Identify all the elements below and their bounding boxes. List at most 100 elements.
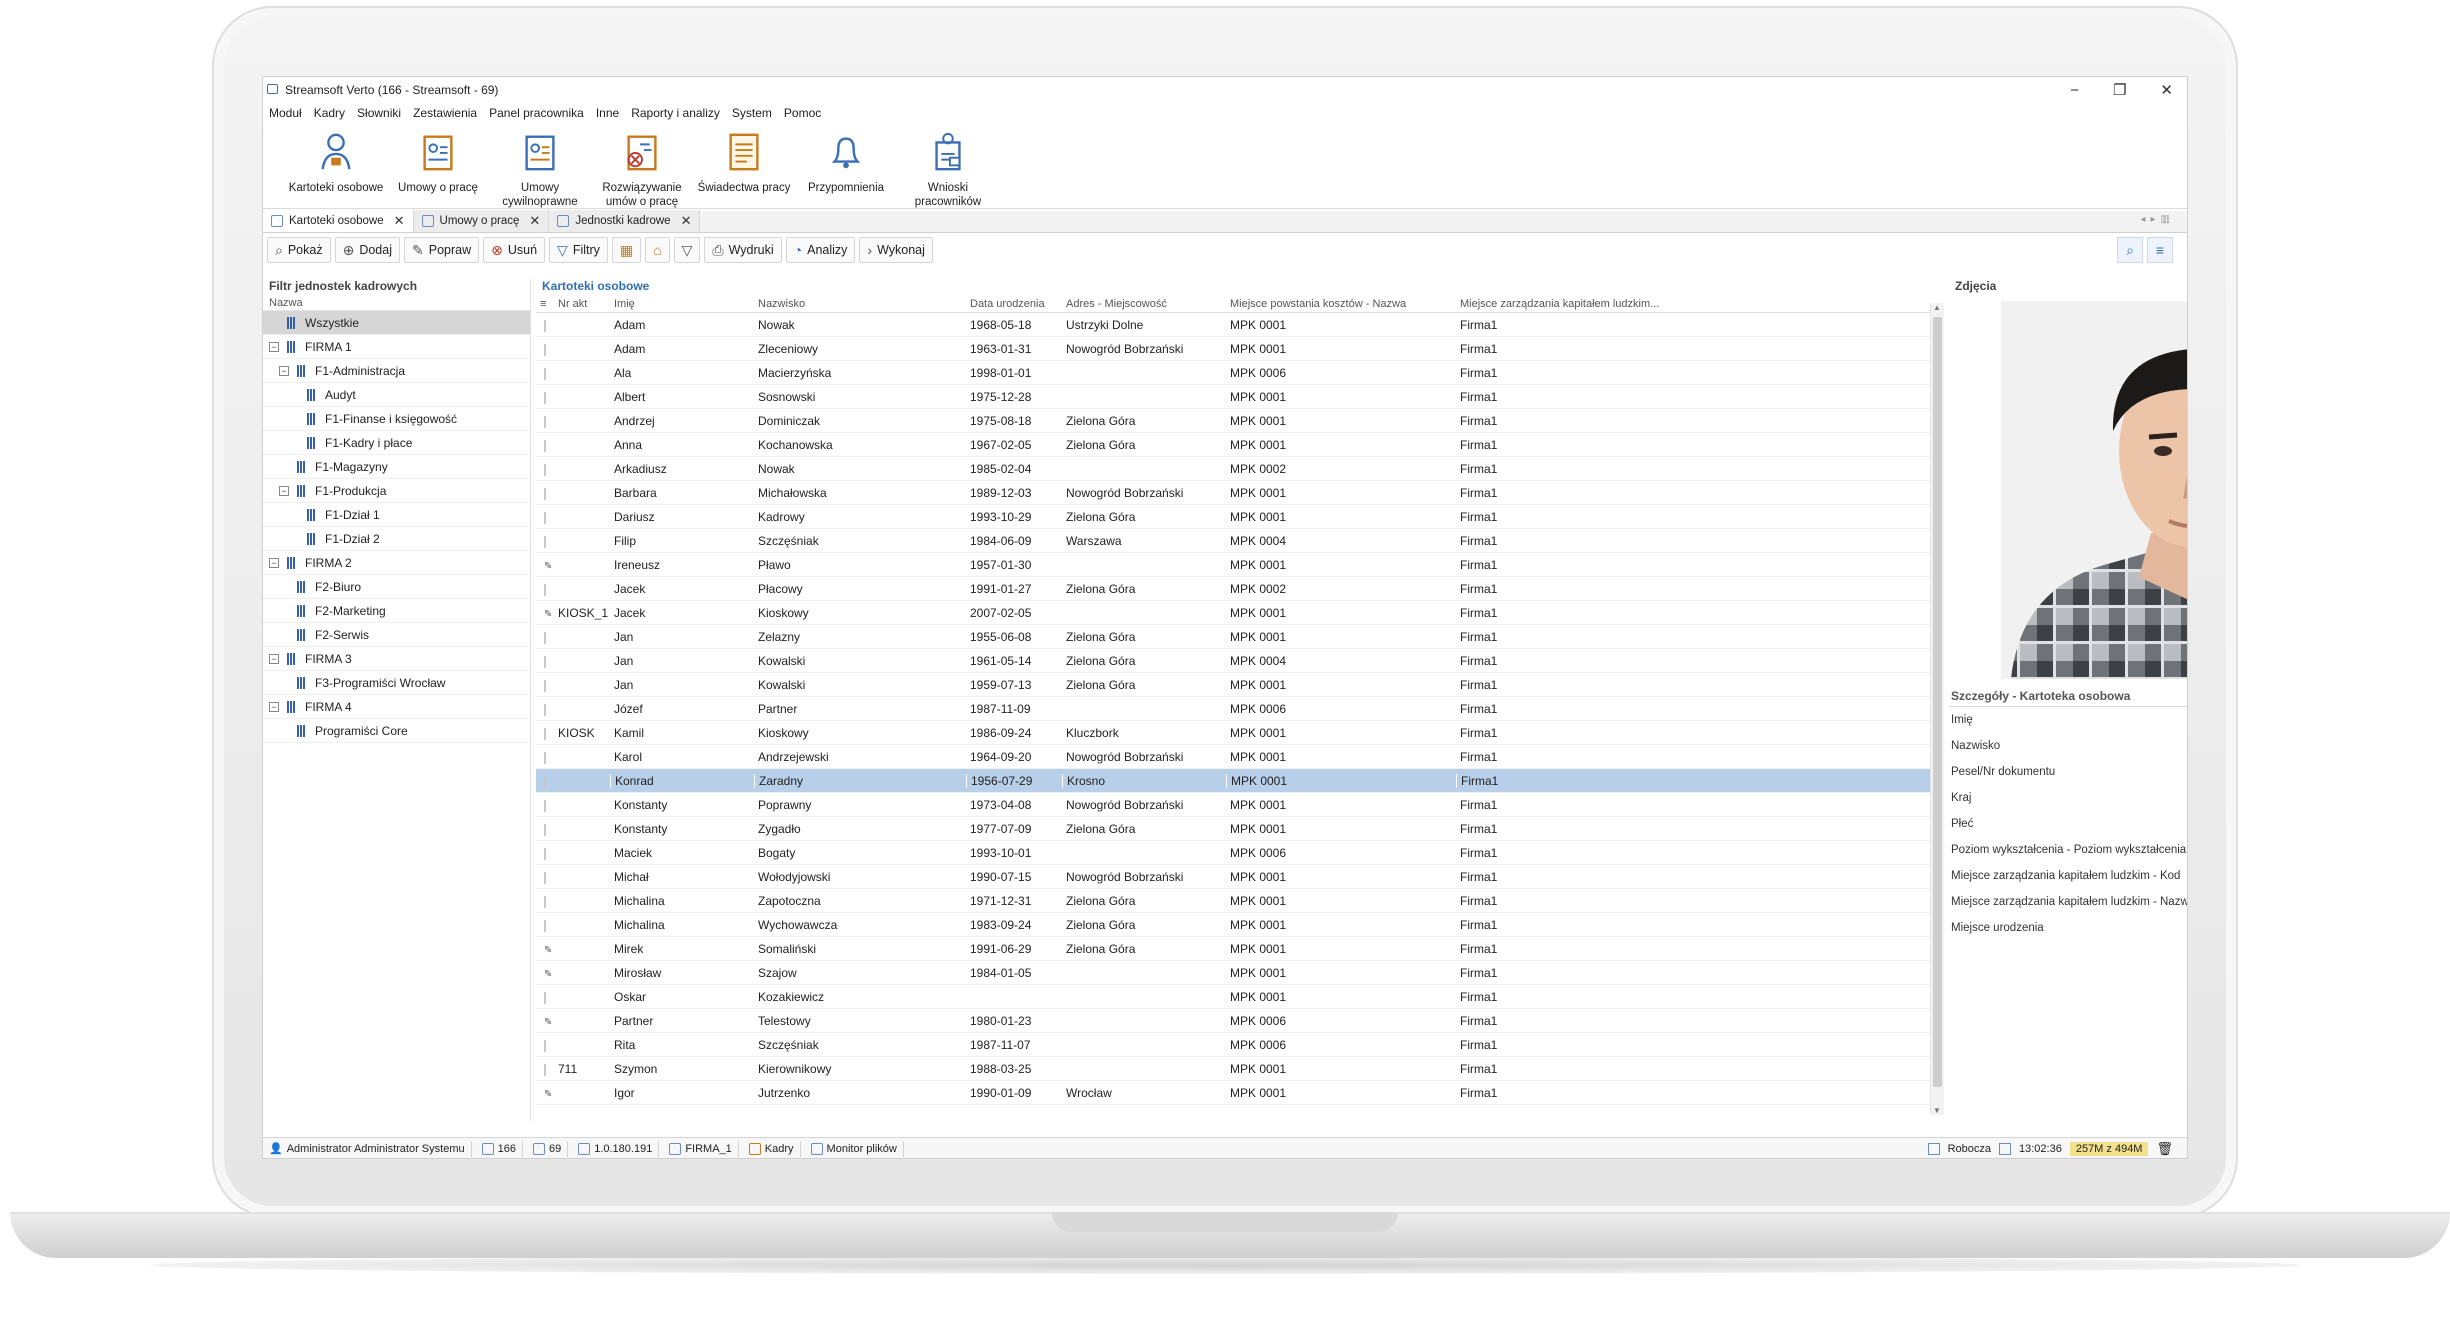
tree-node[interactable]: F1-Magazyny: [263, 455, 530, 479]
add-button[interactable]: ⊕ Dodaj: [334, 237, 400, 263]
edit-marker-icon[interactable]: ✎: [544, 945, 552, 956]
tree-node[interactable]: F1-Finanse i księgowość: [263, 407, 530, 431]
table-row[interactable]: Rita Szczęśniak 1987-11-07 MPK 0006 Firma1: [536, 1033, 1944, 1057]
tree-node[interactable]: F1-Kadry i płace: [263, 431, 530, 455]
row-checkbox[interactable]: [544, 463, 546, 476]
tree-node[interactable]: F2-Marketing: [263, 599, 530, 623]
tab-1[interactable]: Umowy o pracę ✕: [413, 210, 550, 232]
collapse-icon[interactable]: −: [279, 366, 289, 376]
menu-item-7[interactable]: System: [732, 106, 772, 120]
table-row[interactable]: Konstanty Zygadło 1977-07-09 Zielona Góra MP…: [536, 817, 1944, 841]
tree-node[interactable]: Programiści Core: [263, 719, 530, 743]
edit-marker-icon[interactable]: ✎: [544, 1089, 552, 1100]
tree-node[interactable]: Wszystkie: [263, 311, 530, 335]
row-checkbox[interactable]: [544, 991, 546, 1004]
table-row[interactable]: KIOSK Kamil Kioskowy 1986-09-24 Kluczbork MPK…: [536, 721, 1944, 745]
tree-node[interactable]: − FIRMA 4: [263, 695, 530, 719]
table-row[interactable]: Oskar Kozakiewicz MPK 0001 Firma1: [536, 985, 1944, 1009]
table-row[interactable]: Jan Kowalski 1959-07-13 Zielona Góra MPK 000…: [536, 673, 1944, 697]
scroll-down-icon[interactable]: ▼: [1933, 1106, 1941, 1115]
collapse-icon[interactable]: −: [279, 486, 289, 496]
table-row[interactable]: Jan Zelazny 1955-06-08 Zielona Góra MPK 0001…: [536, 625, 1944, 649]
grid-scrollbar[interactable]: ▲ ▼: [1930, 303, 1944, 1115]
menu-item-8[interactable]: Pomoc: [784, 106, 821, 120]
table-row[interactable]: Konrad Zaradny 1956-07-29 Krosno MPK 0001 Fir…: [536, 769, 1944, 793]
column-header[interactable]: Nazwisko: [754, 298, 966, 310]
column-header[interactable]: Data urodzenia: [966, 298, 1062, 310]
tree-node[interactable]: F1-Dział 2: [263, 527, 530, 551]
table-row[interactable]: Ala Macierzyńska 1998-01-01 MPK 0006 Firma1: [536, 361, 1944, 385]
row-checkbox[interactable]: [544, 823, 546, 836]
table-row[interactable]: Dariusz Kadrowy 1993-10-29 Zielona Góra MPK …: [536, 505, 1944, 529]
scroll-up-icon[interactable]: ▲: [1933, 303, 1941, 312]
ribbon-button-2[interactable]: Umowy cywilnoprawne: [489, 123, 591, 208]
row-checkbox[interactable]: [544, 703, 546, 716]
ribbon-button-0[interactable]: Kartoteki osobowe: [285, 123, 387, 208]
row-checkbox[interactable]: [544, 631, 546, 644]
ribbon-button-5[interactable]: Przypomnienia: [795, 123, 897, 208]
collapse-icon[interactable]: −: [269, 342, 279, 352]
column-header[interactable]: Miejsce zarządzania kapitałem ludzkim...: [1456, 298, 1696, 310]
column-header[interactable]: Adres - Miejscowość: [1062, 298, 1226, 310]
table-row[interactable]: ✎ Ireneusz Pławo 1957-01-30 MPK 0001 Firma1: [536, 553, 1944, 577]
maximize-button[interactable]: ❐: [2113, 81, 2126, 99]
home-filter-button[interactable]: ⌂: [645, 237, 670, 263]
column-header[interactable]: Imię: [610, 298, 754, 310]
filters-button[interactable]: ▽ Filtry: [549, 237, 608, 263]
row-checkbox[interactable]: [544, 415, 546, 428]
edit-marker-icon[interactable]: ✎: [544, 609, 552, 620]
close-tab-icon[interactable]: ✕: [394, 213, 405, 229]
search-panel-button[interactable]: ⌕: [2117, 237, 2143, 263]
menu-item-6[interactable]: Raporty i analizy: [631, 106, 720, 120]
menu-item-0[interactable]: Moduł: [269, 106, 302, 120]
edit-button[interactable]: ✎ Popraw: [404, 237, 480, 263]
execute-button[interactable]: › Wykonaj: [859, 237, 933, 263]
table-row[interactable]: ✎ Mirosław Szajow 1984-01-05 MPK 0001 Firma1: [536, 961, 1944, 985]
close-tab-icon[interactable]: ✕: [529, 213, 540, 229]
table-row[interactable]: Karol Andrzejewski 1964-09-20 Nowogród Bobr…: [536, 745, 1944, 769]
row-checkbox[interactable]: [544, 1039, 546, 1052]
tree-node[interactable]: − FIRMA 2: [263, 551, 530, 575]
row-checkbox[interactable]: [544, 511, 546, 524]
show-button[interactable]: ⌕ Pokaż: [267, 237, 331, 263]
tree-node[interactable]: − FIRMA 1: [263, 335, 530, 359]
menu-item-1[interactable]: Kadry: [314, 106, 345, 120]
menu-item-2[interactable]: Słowniki: [357, 106, 401, 120]
menu-item-5[interactable]: Inne: [596, 106, 619, 120]
scroll-thumb[interactable]: [1933, 317, 1942, 1087]
collapse-icon[interactable]: −: [269, 702, 279, 712]
row-checkbox[interactable]: [544, 535, 546, 548]
row-checkbox[interactable]: [544, 583, 546, 596]
print-button[interactable]: ⎙ Wydruki: [704, 237, 782, 263]
row-checkbox[interactable]: [544, 751, 546, 764]
edit-marker-icon[interactable]: ✎: [544, 561, 552, 572]
row-checkbox[interactable]: [544, 343, 546, 356]
table-row[interactable]: Jacek Płacowy 1991-01-27 Zielona Góra MPK 00…: [536, 577, 1944, 601]
file-monitor-button[interactable]: Monitor plików: [810, 1140, 904, 1157]
tab-0[interactable]: Kartoteki osobowe ✕: [263, 210, 414, 232]
tree-node[interactable]: F3-Programiści Wrocław: [263, 671, 530, 695]
row-checkbox[interactable]: [544, 919, 546, 932]
table-row[interactable]: Adam Nowak 1968-05-18 Ustrzyki Dolne MPK 000…: [536, 313, 1944, 337]
menu-button[interactable]: ≡: [2147, 237, 2173, 263]
table-row[interactable]: Arkadiusz Nowak 1985-02-04 MPK 0002 Firma1: [536, 457, 1944, 481]
row-checkbox[interactable]: [544, 319, 546, 332]
tree-node[interactable]: F1-Dział 1: [263, 503, 530, 527]
table-row[interactable]: ✎ Mirek Somaliński 1991-06-29 Zielona Góra MP…: [536, 937, 1944, 961]
table-row[interactable]: Michalina Wychowawcza 1983-09-24 Zielona Gó…: [536, 913, 1944, 937]
table-settings-button[interactable]: ▦: [611, 237, 642, 263]
tree-node[interactable]: F2-Biuro: [263, 575, 530, 599]
ribbon-button-3[interactable]: Rozwiązywanie umów o pracę: [591, 123, 693, 208]
tab-nav-arrows[interactable]: ◂▸▥: [2141, 214, 2176, 225]
minimize-button[interactable]: −: [2070, 82, 2079, 99]
table-row[interactable]: Andrzej Dominiczak 1975-08-18 Zielona Góra M…: [536, 409, 1944, 433]
row-checkbox[interactable]: [544, 655, 546, 668]
tree-node[interactable]: − F1-Administracja: [263, 359, 530, 383]
row-checkbox[interactable]: [544, 895, 546, 908]
table-row[interactable]: Adam Zleceniowy 1963-01-31 Nowogród Bobrzań…: [536, 337, 1944, 361]
menu-item-4[interactable]: Panel pracownika: [489, 106, 584, 120]
row-checkbox[interactable]: [544, 775, 546, 788]
column-header[interactable]: Miejsce powstania kosztów - Nazwa: [1226, 298, 1456, 310]
row-checkbox[interactable]: [544, 871, 546, 884]
table-row[interactable]: Filip Szczęśniak 1984-06-09 Warszawa MPK 000…: [536, 529, 1944, 553]
